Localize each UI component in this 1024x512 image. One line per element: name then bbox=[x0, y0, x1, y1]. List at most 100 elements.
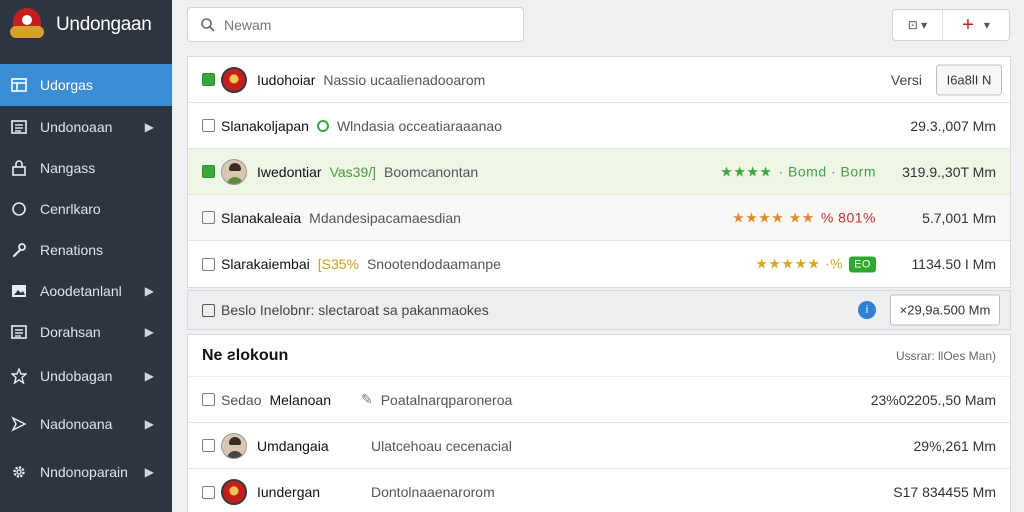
rating-stars: ★★★★★ ·% bbox=[755, 255, 844, 272]
section-header: Ne ƨlokoun Ussrar: llOes Man) bbox=[188, 335, 1010, 377]
row-checkbox[interactable] bbox=[202, 393, 215, 406]
row-checkbox[interactable] bbox=[202, 211, 215, 224]
total-button[interactable]: ×29,9a.500 Mm bbox=[890, 294, 1000, 326]
brand[interactable]: Undongaan bbox=[0, 0, 172, 50]
avatar bbox=[221, 66, 247, 93]
gear-icon bbox=[10, 463, 28, 481]
chevron-right-icon: ▶ bbox=[144, 324, 154, 339]
row-name: Iundergan bbox=[257, 484, 321, 500]
chevron-right-icon: ▶ bbox=[144, 417, 154, 431]
row-value: 29%,261 Mm bbox=[913, 437, 996, 454]
chevron-right-icon: ▶ bbox=[144, 369, 154, 383]
search-box[interactable] bbox=[187, 7, 524, 42]
sidebar-item-label: Undobagan bbox=[40, 368, 113, 384]
row-description: Nassio ucaalienadooarom bbox=[323, 71, 486, 88]
row-value: S17 834455 Mm bbox=[893, 484, 996, 500]
rating-stars: ★★★★ ★★ bbox=[732, 209, 815, 225]
row-checkbox[interactable] bbox=[202, 165, 215, 178]
row-name: Slanakoljapan bbox=[221, 117, 309, 134]
rating: ★★★★ · Bomd · Borm bbox=[720, 163, 876, 180]
row-checkbox[interactable] bbox=[202, 119, 215, 132]
table-row[interactable]: Iudohoiar Nassio ucaalienadooarom Versi … bbox=[188, 57, 1010, 103]
sidebar-item-label: Renations bbox=[40, 241, 104, 258]
add-dropdown-button[interactable]: + ▾ bbox=[943, 10, 1009, 40]
info-icon[interactable]: i bbox=[858, 301, 876, 319]
app-title: Undongaan bbox=[56, 14, 152, 35]
list-icon bbox=[10, 323, 28, 341]
main-list: Iudohoiar Nassio ucaalienadooarom Versi … bbox=[187, 56, 1011, 288]
version-button[interactable]: I6a8lI N bbox=[936, 64, 1002, 95]
sidebar-item-label: Undonoaan bbox=[40, 118, 113, 135]
row-value: 23%02205.,50 Mam bbox=[870, 391, 996, 408]
sidebar-item-label: Nangass bbox=[40, 159, 96, 176]
toolbar: ⊡ ▾ + ▾ bbox=[892, 9, 1010, 41]
lock-icon bbox=[10, 159, 28, 177]
sidebar-item-udorgas[interactable]: Udorgas bbox=[0, 64, 172, 106]
info-checkbox[interactable] bbox=[202, 303, 215, 317]
row-checkbox[interactable] bbox=[202, 439, 215, 452]
sidebar-item-nadonoana[interactable]: Nadonoana ▶ bbox=[0, 400, 172, 448]
sidebar-item-renations[interactable]: Renations bbox=[0, 229, 172, 270]
info-text: Beslo Inelobnr: slectaroat sa pakanmaoke… bbox=[221, 302, 489, 318]
table-row[interactable]: Iwedontiar Vas39/] Boomcanontan ★★★★ · B… bbox=[188, 149, 1010, 195]
sidebar-item-undonoaan[interactable]: Undonoaan ▶ bbox=[0, 106, 172, 147]
plus-icon: + bbox=[962, 13, 974, 36]
sidebar-item-cenrlkaro[interactable]: Cenrlkaro bbox=[0, 188, 172, 229]
table-row[interactable]: Iundergan Dontolnaaenarorom S17 834455 M… bbox=[188, 469, 1010, 512]
star-icon bbox=[10, 367, 28, 385]
table-row[interactable]: Slanakaleaia Mdandesipacamaesdian ★★★★ ★… bbox=[188, 195, 1010, 241]
chevron-right-icon: ▶ bbox=[144, 119, 154, 134]
row-name: Iwedontiar bbox=[257, 163, 322, 180]
sidebar-item-label: Nadonoana bbox=[40, 416, 113, 432]
section-meta: Ussrar: llOes Man) bbox=[895, 348, 996, 363]
row-description-prefix: Vas39/] bbox=[329, 163, 377, 180]
table-row[interactable]: Slanakoljapan Wlndasia occeatiaraaanao 2… bbox=[188, 103, 1010, 149]
sidebar-item-aoodetanlanl[interactable]: Aoodetanlanl ▶ bbox=[0, 270, 172, 311]
rating-percent: % 801% bbox=[820, 209, 876, 226]
row-description: Poatalnarqparoneroa bbox=[380, 391, 513, 408]
rating: ★★★★★ ·% EO bbox=[755, 256, 876, 273]
view-dropdown-button[interactable]: ⊡ ▾ bbox=[893, 10, 943, 40]
logo-icon bbox=[10, 8, 44, 42]
row-checkbox[interactable] bbox=[202, 73, 215, 86]
row-value: 29.3.,007 Mm bbox=[910, 117, 996, 134]
status-badge: EO bbox=[849, 256, 876, 272]
pencil-icon[interactable]: ✎ bbox=[361, 391, 373, 408]
rating: ★★★★ ★★ % 801% bbox=[732, 209, 876, 226]
sidebar-nav: Udorgas Undonoaan ▶ Nangass Cenrlkaro Re… bbox=[0, 64, 172, 496]
circle-icon bbox=[10, 200, 28, 218]
row-name: Slarakaiembai bbox=[221, 256, 310, 272]
sidebar-item-label: Udorgas bbox=[40, 77, 93, 93]
row-description: Dontolnaaenarorom bbox=[371, 484, 495, 500]
section-title: Ne ƨlokoun bbox=[202, 346, 289, 364]
row-value: 5.7,001 Mm bbox=[922, 209, 996, 226]
sidebar-item-label: Dorahsan bbox=[40, 323, 101, 340]
row-value: 319.9.,30T Mm bbox=[902, 163, 996, 180]
row-description: Boomcanontan bbox=[384, 163, 479, 180]
wrench-icon bbox=[10, 241, 28, 259]
row-checkbox[interactable] bbox=[202, 257, 215, 271]
rating-text: · Bomd · Borm bbox=[778, 163, 876, 180]
dashboard-icon bbox=[10, 76, 28, 94]
row-description: Snootendodaamanpe bbox=[366, 256, 501, 272]
dropdown-caret: ▾ bbox=[983, 18, 990, 32]
sidebar-item-nndonoparain[interactable]: Nndonoparain ▶ bbox=[0, 448, 172, 496]
row-value: 1134.50 I Mm bbox=[911, 256, 996, 272]
avatar bbox=[221, 479, 247, 505]
sidebar-item-nangass[interactable]: Nangass bbox=[0, 147, 172, 188]
status-ok-icon bbox=[316, 119, 329, 132]
row-name: Melanoan bbox=[269, 391, 331, 408]
sidebar: Undongaan Udorgas Undonoaan ▶ Nangass Ce… bbox=[0, 0, 172, 512]
table-row[interactable]: Slarakaiembai [S35% Snootendodaamanpe ★★… bbox=[188, 241, 1010, 287]
send-icon bbox=[10, 415, 28, 433]
row-checkbox[interactable] bbox=[202, 485, 215, 499]
sidebar-item-undobagan[interactable]: Undobagan ▶ bbox=[0, 352, 172, 400]
sidebar-item-dorahsan[interactable]: Dorahsan ▶ bbox=[0, 311, 172, 352]
version-label: Versi bbox=[890, 71, 922, 88]
row-prefix: Sedao bbox=[221, 391, 262, 408]
table-row[interactable]: Umdangaia Ulatcehoau cecenacial 29%,261 … bbox=[188, 423, 1010, 469]
row-description: Ulatcehoau cecenacial bbox=[371, 437, 512, 454]
table-row[interactable]: Sedao Melanoan ✎ Poatalnarqparoneroa 23%… bbox=[188, 377, 1010, 423]
search-input[interactable] bbox=[224, 16, 504, 33]
sidebar-item-label: Cenrlkaro bbox=[40, 200, 101, 217]
